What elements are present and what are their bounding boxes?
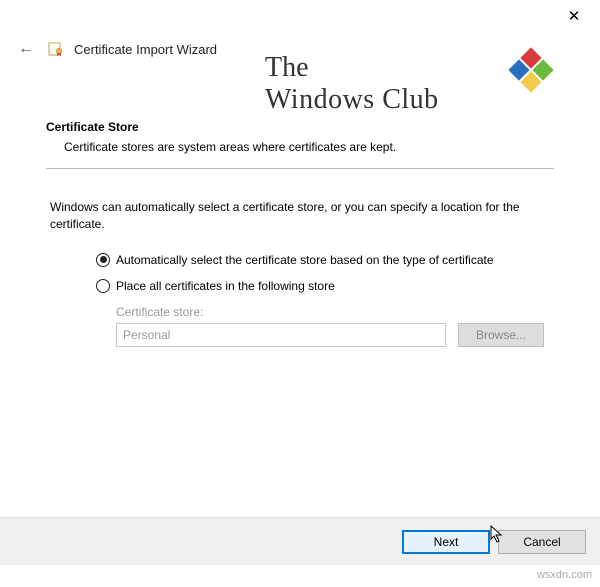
certificate-icon bbox=[48, 41, 64, 57]
footer: Next Cancel bbox=[0, 517, 600, 565]
radio-manual-label: Place all certificates in the following … bbox=[116, 279, 335, 293]
header: ← Certificate Import Wizard bbox=[0, 30, 600, 64]
wizard-window: ✕ ← Certificate Import Wizard The Window… bbox=[0, 0, 600, 587]
attribution: wsxdn.com bbox=[537, 569, 592, 581]
certificate-store-input bbox=[116, 323, 446, 347]
cancel-button[interactable]: Cancel bbox=[498, 530, 586, 554]
store-label: Certificate store: bbox=[116, 305, 554, 319]
divider bbox=[46, 168, 554, 169]
browse-button: Browse... bbox=[458, 323, 544, 347]
next-button[interactable]: Next bbox=[402, 530, 490, 554]
wizard-title: Certificate Import Wizard bbox=[74, 42, 217, 57]
radio-manual-store[interactable]: Place all certificates in the following … bbox=[96, 279, 554, 293]
back-arrow-icon[interactable]: ← bbox=[14, 38, 38, 60]
store-row: Browse... bbox=[116, 323, 554, 347]
radio-icon bbox=[96, 253, 110, 267]
radio-auto-label: Automatically select the certificate sto… bbox=[116, 253, 494, 267]
content-area: Certificate Store Certificate stores are… bbox=[0, 64, 600, 347]
radio-auto-select[interactable]: Automatically select the certificate sto… bbox=[96, 253, 554, 267]
titlebar: ✕ bbox=[0, 0, 600, 30]
close-button[interactable]: ✕ bbox=[554, 4, 594, 28]
radio-group: Automatically select the certificate sto… bbox=[46, 253, 554, 293]
store-section: Certificate store: Browse... bbox=[46, 305, 554, 347]
instruction-text: Windows can automatically select a certi… bbox=[46, 199, 554, 233]
section-description: Certificate stores are system areas wher… bbox=[46, 140, 554, 154]
radio-icon bbox=[96, 279, 110, 293]
section-title: Certificate Store bbox=[46, 120, 554, 134]
